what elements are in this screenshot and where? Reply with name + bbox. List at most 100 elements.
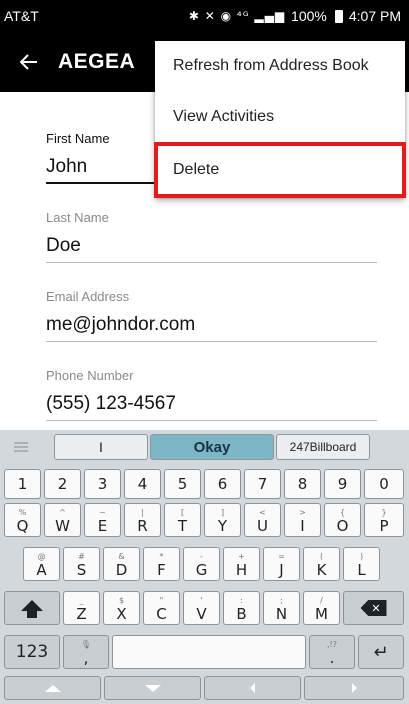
arrow-up-icon bbox=[44, 684, 61, 692]
key-m[interactable]: / M bbox=[303, 591, 340, 625]
key-hint: % bbox=[18, 507, 27, 517]
suggestion-bar: I Okay 247Billboard bbox=[0, 430, 409, 464]
key-label: Z bbox=[76, 604, 87, 623]
key-4[interactable]: 4 bbox=[124, 469, 161, 499]
key-hint: / bbox=[320, 595, 323, 605]
key-a[interactable]: @ A bbox=[23, 547, 60, 581]
shift-key[interactable] bbox=[4, 591, 60, 625]
key-n[interactable]: ; N bbox=[263, 591, 300, 625]
key-hint: < bbox=[259, 507, 266, 517]
key-b[interactable]: :B bbox=[223, 591, 260, 625]
suggestion-3[interactable]: 247Billboard bbox=[276, 434, 370, 460]
suggestion-2[interactable]: Okay bbox=[150, 434, 274, 460]
key-7[interactable]: 7 bbox=[244, 469, 281, 499]
period-key[interactable]: ,!?. bbox=[309, 635, 355, 669]
key-hint: ] bbox=[220, 507, 225, 517]
key-label: H bbox=[235, 560, 248, 579]
key-p[interactable]: } P bbox=[364, 503, 404, 537]
key-label: M bbox=[315, 604, 328, 623]
key-u[interactable]: < U bbox=[244, 503, 281, 537]
key-h[interactable]: + H bbox=[223, 547, 260, 581]
status-right: ✱ ✕ ◉ ⁴ᴳ ▂▄▆ 100% 4:07 PM bbox=[189, 8, 401, 24]
key-g[interactable]: -G bbox=[183, 547, 220, 581]
phone-input[interactable]: (555) 123-4567 bbox=[46, 393, 377, 421]
key-s[interactable]: # S bbox=[63, 547, 100, 581]
key-label: D bbox=[115, 560, 128, 579]
key-label: P bbox=[379, 516, 389, 535]
key-x[interactable]: $ X bbox=[103, 591, 140, 625]
key-label: C bbox=[156, 604, 167, 623]
key-3[interactable]: 3 bbox=[84, 469, 121, 499]
key-6[interactable]: 6 bbox=[204, 469, 241, 499]
comma-key[interactable]: 🎙, bbox=[63, 635, 109, 669]
key-f[interactable]: * F bbox=[143, 547, 180, 581]
key-hint: ) bbox=[359, 551, 364, 561]
last-name-input[interactable]: Doe bbox=[46, 235, 377, 263]
menu-item-delete[interactable]: Delete bbox=[154, 142, 406, 198]
key-o[interactable]: {O bbox=[324, 503, 361, 537]
key-8[interactable]: 8 bbox=[284, 469, 321, 499]
key-e[interactable]: ~ E bbox=[84, 503, 121, 537]
key-label: B bbox=[236, 604, 247, 623]
key-label: R bbox=[137, 516, 148, 535]
key-0[interactable]: 0 bbox=[364, 469, 404, 499]
key-5[interactable]: 5 bbox=[164, 469, 201, 499]
key-9[interactable]: 9 bbox=[324, 469, 361, 499]
phone-label: Phone Number bbox=[46, 368, 134, 383]
key-label: J bbox=[279, 560, 284, 579]
key-j[interactable]: = J bbox=[263, 547, 300, 581]
key-hint: & bbox=[118, 551, 125, 561]
back-button[interactable] bbox=[0, 32, 58, 92]
cursor-right-key[interactable] bbox=[304, 676, 404, 700]
key-k[interactable]: (K bbox=[303, 547, 340, 581]
enter-key[interactable]: ↵ bbox=[358, 635, 404, 669]
key-label: U bbox=[257, 516, 268, 535]
key-l[interactable]: ) L bbox=[343, 547, 380, 581]
key-hint: ' bbox=[200, 595, 203, 605]
cursor-down-key[interactable] bbox=[104, 676, 201, 700]
key-label: F bbox=[157, 560, 166, 579]
arrow-right-small-icon bbox=[351, 683, 357, 693]
cursor-left-key[interactable] bbox=[204, 676, 301, 700]
battery-percent: 100% bbox=[291, 8, 327, 24]
shift-icon bbox=[21, 599, 43, 618]
enter-icon: ↵ bbox=[373, 641, 389, 663]
key-label: K bbox=[316, 560, 327, 579]
arrow-left-icon bbox=[20, 54, 37, 70]
key-label: . bbox=[329, 648, 335, 667]
key-label: I bbox=[300, 516, 305, 535]
key-t[interactable]: [T bbox=[164, 503, 201, 537]
key-v[interactable]: ' V bbox=[183, 591, 220, 625]
key-r[interactable]: | R bbox=[124, 503, 161, 537]
key-label: X bbox=[116, 604, 127, 623]
key-1[interactable]: 1 bbox=[4, 469, 41, 499]
key-2[interactable]: 2 bbox=[44, 469, 81, 499]
key-hint: _ bbox=[79, 595, 84, 605]
key-d[interactable]: & D bbox=[103, 547, 140, 581]
mic-icon: 🎙 bbox=[80, 639, 92, 649]
status-icons: ✱ ✕ ◉ ⁴ᴳ ▂▄▆ bbox=[188, 9, 286, 23]
suggestion-1[interactable]: I bbox=[54, 434, 148, 460]
cursor-up-key[interactable] bbox=[4, 676, 101, 700]
menu-item-refresh[interactable]: Refresh from Address Book bbox=[155, 41, 405, 91]
arrow-down-icon bbox=[144, 684, 161, 692]
key-hint: [ bbox=[180, 507, 185, 517]
key-i[interactable]: > I bbox=[284, 503, 321, 537]
menu-icon[interactable] bbox=[14, 442, 28, 452]
symbols-key[interactable]: 123 bbox=[4, 635, 60, 669]
last-name-label: Last Name bbox=[46, 210, 109, 225]
email-input[interactable]: me@johndor.com bbox=[46, 314, 377, 342]
key-hint: ^ bbox=[59, 507, 66, 517]
key-y[interactable]: ] Y bbox=[204, 503, 241, 537]
space-key[interactable] bbox=[112, 635, 306, 669]
key-z[interactable]: _ Z bbox=[63, 591, 100, 625]
last-name-field: Last Name Doe bbox=[46, 210, 377, 263]
backspace-key[interactable]: ✕ bbox=[343, 591, 404, 625]
key-c[interactable]: " C bbox=[143, 591, 180, 625]
status-bar: AT&T ✱ ✕ ◉ ⁴ᴳ ▂▄▆ 100% 4:07 PM bbox=[0, 0, 409, 32]
key-hint: ,!? bbox=[327, 639, 337, 649]
menu-item-view-activities[interactable]: View Activities bbox=[155, 91, 405, 142]
key-q[interactable]: % Q bbox=[4, 503, 41, 537]
key-w[interactable]: ^ W bbox=[44, 503, 81, 537]
key-hint: - bbox=[200, 551, 203, 561]
